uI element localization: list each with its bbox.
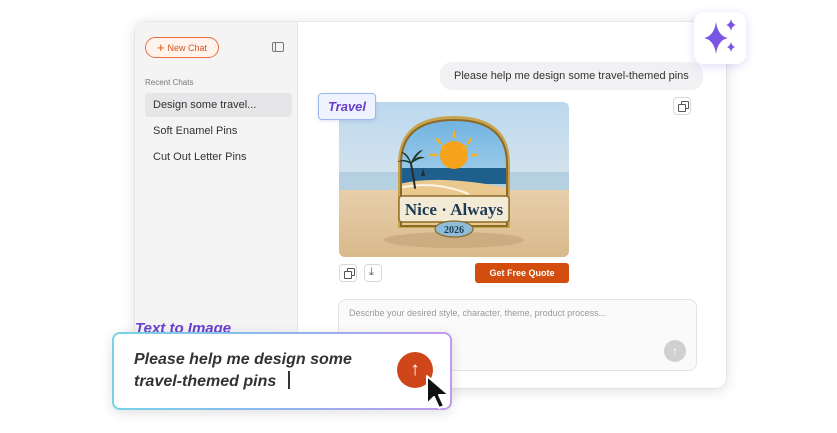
new-chat-button[interactable]: + New Chat [145, 37, 219, 58]
send-icon[interactable]: ↑ [664, 340, 686, 362]
copy-message-icon[interactable] [673, 97, 691, 115]
pin-main-text: Nice · Always [405, 200, 504, 219]
pin-year-text: 2026 [444, 225, 464, 236]
sidebar-toggle-icon[interactable] [272, 42, 284, 52]
sparkle-badge [694, 12, 746, 64]
plus-icon: + [156, 39, 165, 55]
prompt-placeholder: Describe your desired style, character, … [349, 308, 607, 318]
travel-tag: Travel [318, 93, 376, 120]
user-message-text: Please help me design some travel-themed… [454, 70, 689, 82]
overlay-prompt-text: Please help me design some travel-themed… [134, 351, 352, 390]
mouse-pointer-icon [426, 375, 450, 409]
sidebar-item-cut-out-letter[interactable]: Cut Out Letter Pins [145, 145, 292, 169]
download-arrow-icon: ⤓ [369, 266, 374, 278]
sidebar-item-soft-enamel[interactable]: Soft Enamel Pins [145, 119, 292, 143]
sidebar-item-label: Design some travel... [153, 99, 257, 111]
text-to-image-card: Please help me design some travel-themed… [112, 332, 452, 410]
get-free-quote-label: Get Free Quote [489, 268, 555, 278]
sidebar-item-design-travel[interactable]: Design some travel... [145, 93, 292, 117]
get-free-quote-button[interactable]: Get Free Quote [475, 263, 569, 283]
new-chat-label: New Chat [167, 42, 208, 53]
sparkle-icon [704, 19, 736, 54]
generated-pin-image: Nice · Always 2026 [339, 102, 569, 257]
user-message: Please help me design some travel-themed… [440, 62, 703, 90]
recent-chats-label: Recent Chats [145, 78, 194, 87]
copy-image-icon[interactable] [339, 264, 357, 282]
travel-tag-label: Travel [327, 99, 367, 114]
sidebar-item-label: Soft Enamel Pins [153, 125, 238, 137]
sidebar-item-label: Cut Out Letter Pins [153, 151, 247, 163]
overlay-prompt[interactable]: Please help me design some travel-themed… [134, 349, 384, 393]
text-caret [288, 371, 290, 389]
download-icon[interactable]: ⤓ [364, 264, 382, 282]
